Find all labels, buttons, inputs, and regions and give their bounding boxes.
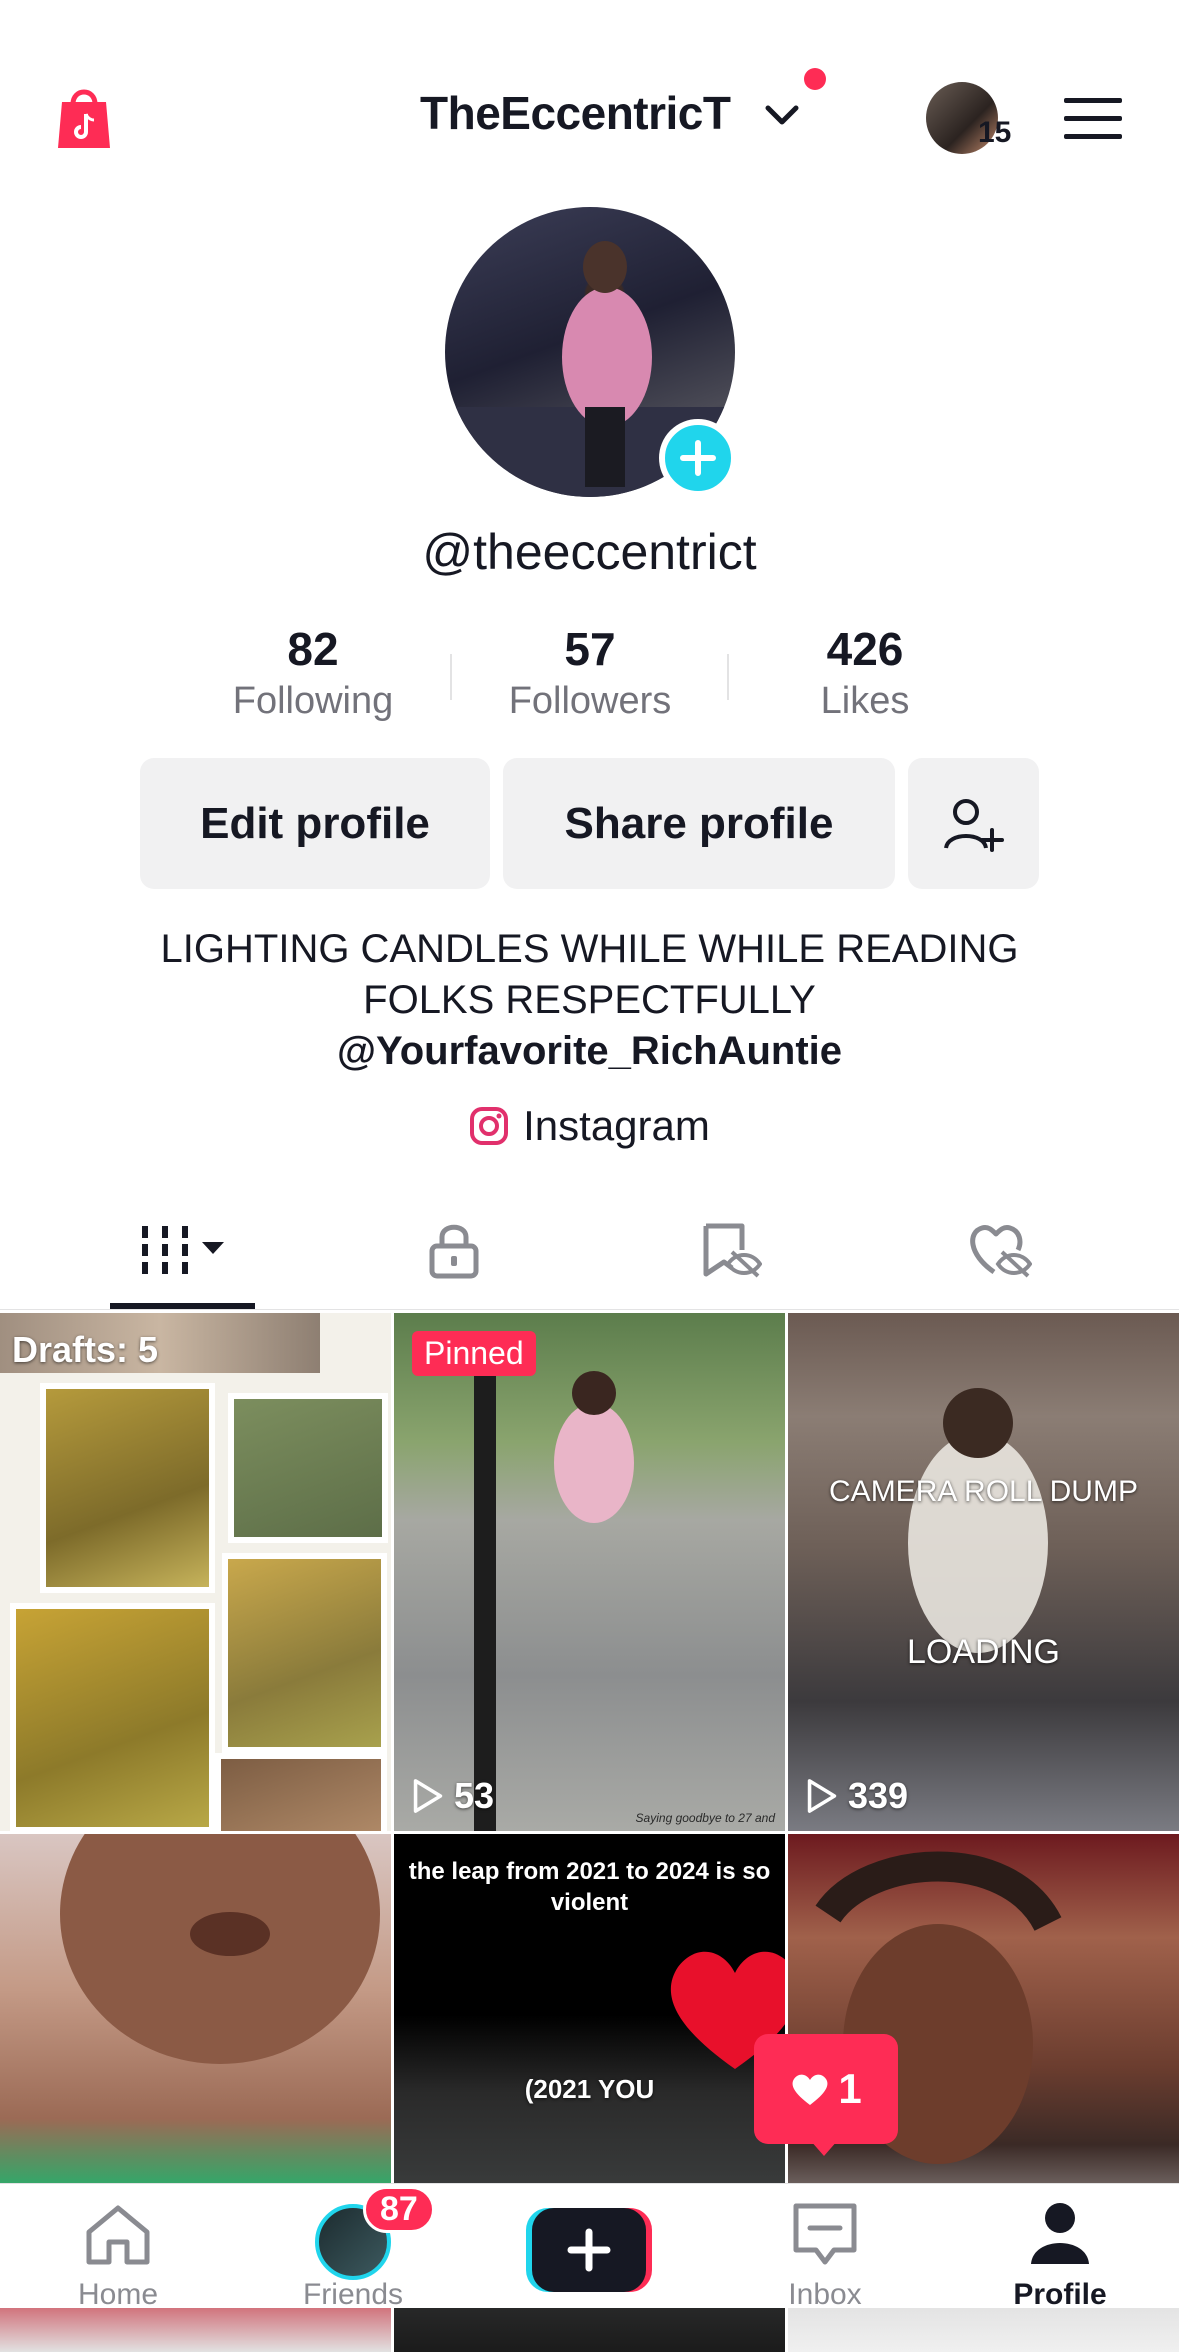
drafts-badge: Drafts: 5 [12,1329,159,1370]
bottom-nav: Home 87 Friends Inbox Profile [0,2183,1179,2311]
add-story-button[interactable] [659,419,737,497]
share-profile-button[interactable]: Share profile [503,758,895,889]
video-overlay-text: (2021 YOU [524,2074,655,2104]
view-count-value: 339 [848,1775,909,1816]
profile-handle: @theeccentrict [422,524,757,580]
video-thumbnail[interactable]: CAMERA ROLL DUMP LOADING 339 [788,1313,1179,1831]
likes-label: Likes [820,680,910,722]
stat-divider [727,654,729,700]
likes-count: 426 [826,623,904,675]
create-button[interactable] [526,2208,652,2292]
view-count-value: 53 [454,1775,495,1816]
add-friend-button[interactable] [908,758,1039,889]
grid-icon [142,1226,224,1274]
play-icon [413,1779,443,1813]
following-stat[interactable]: 82 Following [193,622,433,723]
add-user-icon [943,798,1004,852]
profile-icon [1031,2203,1089,2264]
tab-divider [0,1309,1179,1310]
video-overlay-text: LOADING [906,1633,1061,1671]
pinned-badge: Pinned [412,1331,536,1376]
view-count: 53 [412,1775,494,1817]
bio-line: FOLKS RESPECTFULLY [363,978,816,1022]
bio-mention-link[interactable]: @Yourfavorite_RichAuntie [0,1026,1179,1077]
following-count: 82 [287,623,339,675]
nav-profile[interactable]: Profile [980,2184,1140,2311]
draft-preview [215,1753,387,1831]
tab-liked[interactable] [948,1210,1048,1290]
nav-home[interactable]: Home [38,2184,198,2311]
home-icon [86,2205,150,2265]
draft-preview [40,1383,215,1593]
video-thumbnail-drafts[interactable]: Drafts: 5 [0,1313,391,1831]
instagram-link[interactable]: Instagram [0,1102,1179,1150]
video-thumbnail[interactable]: Pinned 53 Saying goodbye to 27 and [394,1313,785,1831]
popup-tail [810,2140,838,2156]
play-icon [807,1779,837,1813]
followers-label: Followers [508,680,672,722]
inbox-icon [793,2203,857,2265]
profile-bio: LIGHTING CANDLES WHILE WHILE READING FOL… [0,924,1179,1077]
stat-divider [450,654,452,700]
account-switcher-title[interactable]: TheEccentricT [420,86,731,140]
menu-icon[interactable] [1064,96,1122,142]
tab-private[interactable] [404,1210,504,1290]
followers-count: 57 [564,623,616,675]
draft-preview [222,1553,387,1753]
bio-line: LIGHTING CANDLES WHILE WHILE READING [160,927,1019,971]
notification-dot [804,68,826,90]
lock-icon [429,1224,479,1279]
following-label: Following [232,680,394,722]
tab-reposts[interactable] [680,1210,780,1290]
draft-preview [228,1393,388,1543]
like-count: 1 [838,2065,862,2112]
like-notification-popup[interactable]: 1 [754,2034,898,2144]
nav-inbox[interactable]: Inbox [745,2184,905,2311]
draft-preview [10,1603,215,1831]
followers-stat[interactable]: 57 Followers [470,622,710,723]
edit-profile-button[interactable]: Edit profile [140,758,490,889]
plus-icon [526,2208,652,2292]
instagram-icon [470,1107,509,1145]
video-overlay-text: CAMERA ROLL DUMP [829,1475,1138,1508]
friends-notification-badge: 87 [363,2186,435,2233]
repost-eye-off-icon [703,1223,762,1278]
video-overlay-text: the leap from 2021 to 2024 is so violent [408,1858,771,1916]
view-count: 339 [806,1775,908,1817]
heart-eye-off-icon [970,1225,1032,1278]
video-caption: Saying goodbye to 27 and [635,1811,775,1825]
tab-videos[interactable] [130,1210,230,1290]
chevron-down-icon[interactable] [764,100,800,130]
shop-bag-icon[interactable] [56,82,112,152]
nav-friends[interactable]: 87 Friends [273,2184,435,2311]
likes-stat[interactable]: 426 Likes [745,622,985,723]
avatar-count: 15 [978,116,1012,149]
heart-icon [792,2074,828,2105]
instagram-label: Instagram [523,1102,710,1149]
